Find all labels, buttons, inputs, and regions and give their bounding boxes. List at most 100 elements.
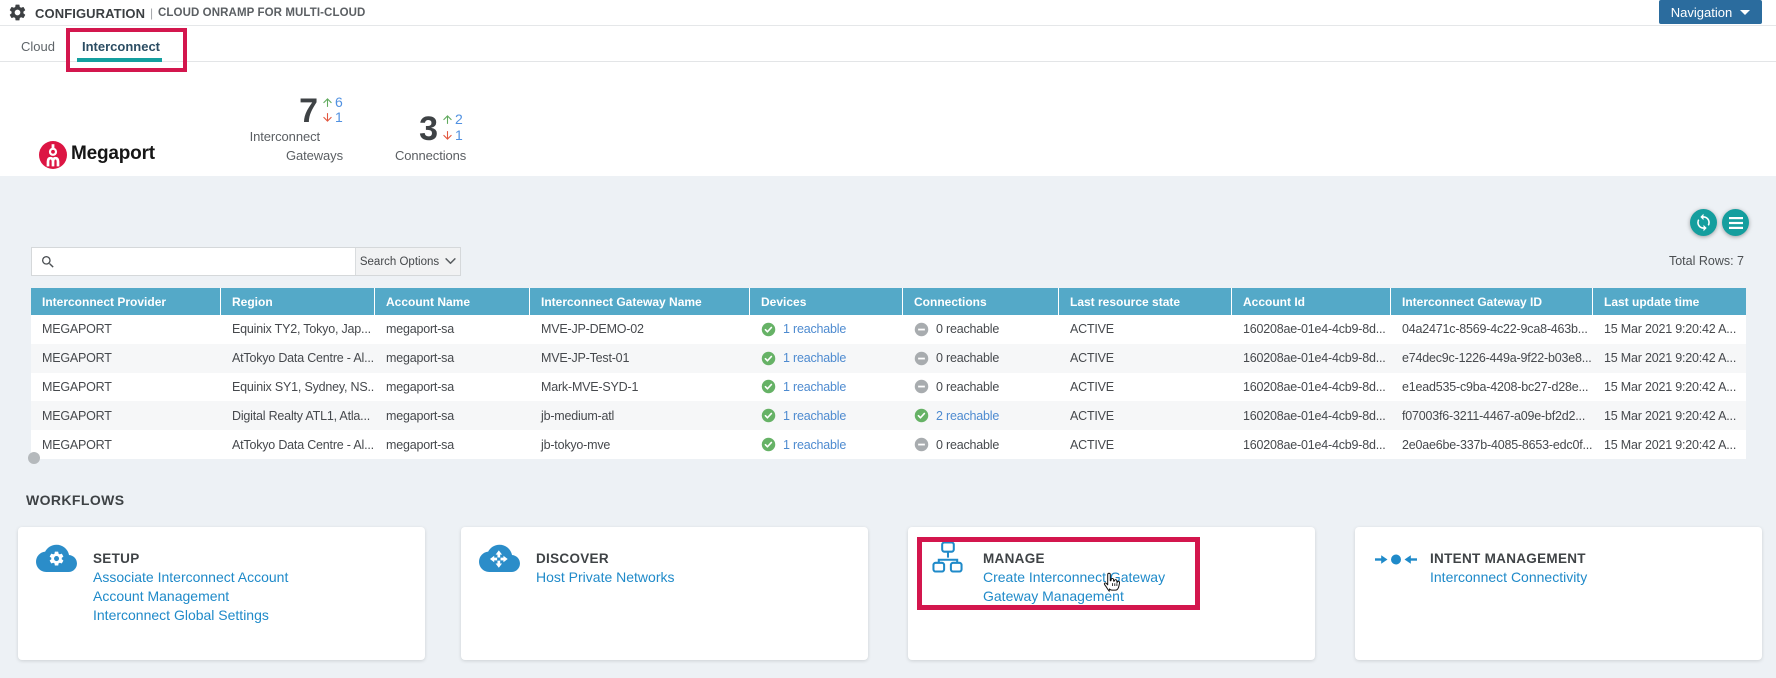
stat-gateways-label-line2: Gateways <box>285 148 343 163</box>
stat-connections-value: 3 <box>419 110 438 148</box>
card-title-setup: SETUP <box>93 551 140 566</box>
search-input[interactable] <box>62 248 355 275</box>
status-ok-icon <box>761 437 776 452</box>
link-account-management[interactable]: Account Management <box>93 587 288 606</box>
status-none-icon <box>914 351 929 365</box>
column-header-region[interactable]: Region <box>221 288 375 315</box>
table-row[interactable]: MEGAPORT Equinix SY1, Sydney, NS... megapo… <box>31 372 1746 402</box>
cell-gateway-name: MVE-JP-Test-01 <box>541 351 630 366</box>
link-associate-interconnect-account[interactable]: Associate Interconnect Account <box>93 568 288 587</box>
table-row[interactable]: MEGAPORT AtTokyo Data Centre - Al... megap… <box>31 343 1746 373</box>
cell-gateway-name: MVE-JP-DEMO-02 <box>541 322 644 337</box>
cell-updated: 15 Mar 2021 9:20:42 A... <box>1604 379 1737 394</box>
column-header-devices[interactable]: Devices <box>750 288 903 315</box>
cell-provider: MEGAPORT <box>42 379 112 394</box>
link-create-interconnect-gateway[interactable]: Create Interconnect Gateway <box>983 568 1165 587</box>
link-interconnect-connectivity[interactable]: Interconnect Connectivity <box>1430 568 1587 587</box>
table-row[interactable]: MEGAPORT Equinix TY2, Tokyo, Jap... megapo… <box>31 315 1746 344</box>
navigation-button-label: Navigation <box>1670 4 1733 20</box>
cell-devices-text[interactable]: 1 reachable <box>783 409 846 423</box>
cell-connections: 0 reachable <box>903 430 1059 459</box>
content-panel: Search Options Total Rows: 7 Interconnec… <box>0 176 1776 678</box>
cell-state: ACTIVE <box>1070 379 1114 394</box>
link-interconnect-global-settings[interactable]: Interconnect Global Settings <box>93 606 288 625</box>
status-ok-icon <box>761 322 776 337</box>
column-header-account-name[interactable]: Account Name <box>375 288 530 315</box>
cell-state: ACTIVE <box>1070 322 1114 337</box>
status-ok-icon <box>761 380 776 394</box>
cell-account-name: megaport-sa <box>386 379 454 394</box>
stat-connections-up: 2 <box>441 111 463 127</box>
card-title-intent-management: INTENT MANAGEMENT <box>1430 551 1586 566</box>
column-header-interconnect-gateway-id[interactable]: Interconnect Gateway ID <box>1391 288 1593 315</box>
cell-account-name: megaport-sa <box>386 408 454 423</box>
cell-updated: 15 Mar 2021 9:20:42 A... <box>1604 437 1737 452</box>
cell-region: AtTokyo Data Centre - Al... <box>232 437 374 452</box>
search-options-button[interactable]: Search Options <box>355 248 460 275</box>
refresh-button[interactable] <box>1690 209 1717 236</box>
cell-devices-text[interactable]: 1 reachable <box>783 438 846 452</box>
cell-connections-text: 0 reachable <box>936 379 1000 394</box>
table-row[interactable]: MEGAPORT Digital Realty ATL1, Atla... mega… <box>31 401 1746 431</box>
cell-connections-text: 0 reachable <box>936 322 1000 337</box>
cell-account-name: megaport-sa <box>386 351 454 366</box>
status-none-icon <box>914 379 929 394</box>
stat-connections-label: Connections <box>395 148 467 163</box>
scrollbar-dot[interactable] <box>28 452 40 464</box>
cell-region: Equinix SY1, Sydney, NS... <box>232 379 375 394</box>
cell-connections-text: 0 reachable <box>936 351 1000 366</box>
search-options-label: Search Options <box>359 255 440 268</box>
hamburger-icon <box>1728 216 1743 229</box>
column-header-last-resource-state[interactable]: Last resource state <box>1059 288 1232 315</box>
chevron-down-icon <box>445 258 456 265</box>
workflow-card-discover: DISCOVER Host Private Networks <box>461 527 868 660</box>
workflows-heading: WORKFLOWS <box>26 492 125 508</box>
workflow-card-setup: SETUP Associate Interconnect Account Accou… <box>18 527 425 660</box>
status-none-icon <box>914 351 929 366</box>
cell-connections: 0 reachable <box>903 315 1059 344</box>
table-row[interactable]: MEGAPORT AtTokyo Data Centre - Al... megap… <box>31 430 1746 459</box>
card-links: Interconnect Connectivity <box>1430 568 1587 587</box>
column-header-connections[interactable]: Connections <box>903 288 1059 315</box>
cell-devices: 1 reachable <box>750 315 903 344</box>
stat-connections-down-count: 1 <box>455 127 463 143</box>
cell-account-name: megaport-sa <box>386 322 454 337</box>
cell-connections: 2 reachable <box>903 401 1059 430</box>
stat-gateways-label-line1: Interconnect <box>249 129 320 144</box>
cell-account-id: 160208ae-01e4-4cb9-8d... <box>1243 351 1386 366</box>
arrow-down-icon <box>323 113 332 122</box>
column-header-interconnect-gateway-name[interactable]: Interconnect Gateway Name <box>530 288 750 315</box>
cell-devices-text[interactable]: 1 reachable <box>783 322 846 336</box>
stat-connections-up-count: 2 <box>455 111 463 127</box>
megaport-brand: Megaport <box>39 141 299 171</box>
cell-connections-text[interactable]: 2 reachable <box>936 409 999 423</box>
cell-state: ACTIVE <box>1070 351 1114 366</box>
link-host-private-networks[interactable]: Host Private Networks <box>536 568 674 587</box>
link-gateway-management[interactable]: Gateway Management <box>983 587 1165 606</box>
title-separator: | <box>150 6 154 20</box>
column-header-interconnect-provider[interactable]: Interconnect Provider <box>31 288 221 315</box>
card-body: SETUP Associate Interconnect Account Accou… <box>93 551 288 625</box>
cell-account-id: 160208ae-01e4-4cb9-8d... <box>1243 322 1386 337</box>
status-ok-icon <box>914 408 929 423</box>
cell-gateway-name: jb-medium-atl <box>541 408 615 423</box>
tab-interconnect[interactable]: Interconnect <box>82 39 160 54</box>
card-body: INTENT MANAGEMENT Interconnect Connectivi… <box>1430 551 1587 587</box>
table-menu-button[interactable] <box>1722 209 1749 236</box>
status-none-icon <box>914 437 929 452</box>
cell-devices-text[interactable]: 1 reachable <box>783 380 846 394</box>
cell-gateway-name: jb-tokyo-mve <box>541 437 611 452</box>
cell-provider: MEGAPORT <box>42 437 112 452</box>
cell-gateway-id: 04a2471c-8569-4c22-9ca8-463b... <box>1402 322 1588 337</box>
column-header-last-update-time[interactable]: Last update time <box>1593 288 1746 315</box>
stat-gateways-value: 7 <box>299 92 318 130</box>
cell-provider: MEGAPORT <box>42 322 112 337</box>
cell-region: Equinix TY2, Tokyo, Jap... <box>232 322 371 337</box>
status-none-icon <box>914 437 929 452</box>
cell-devices-text[interactable]: 1 reachable <box>783 351 846 365</box>
status-none-icon <box>914 322 929 337</box>
tab-bar: Cloud Interconnect <box>0 26 1776 62</box>
tab-cloud[interactable]: Cloud <box>21 39 55 54</box>
navigation-button[interactable]: Navigation <box>1659 0 1762 24</box>
column-header-account-id[interactable]: Account Id <box>1232 288 1391 315</box>
